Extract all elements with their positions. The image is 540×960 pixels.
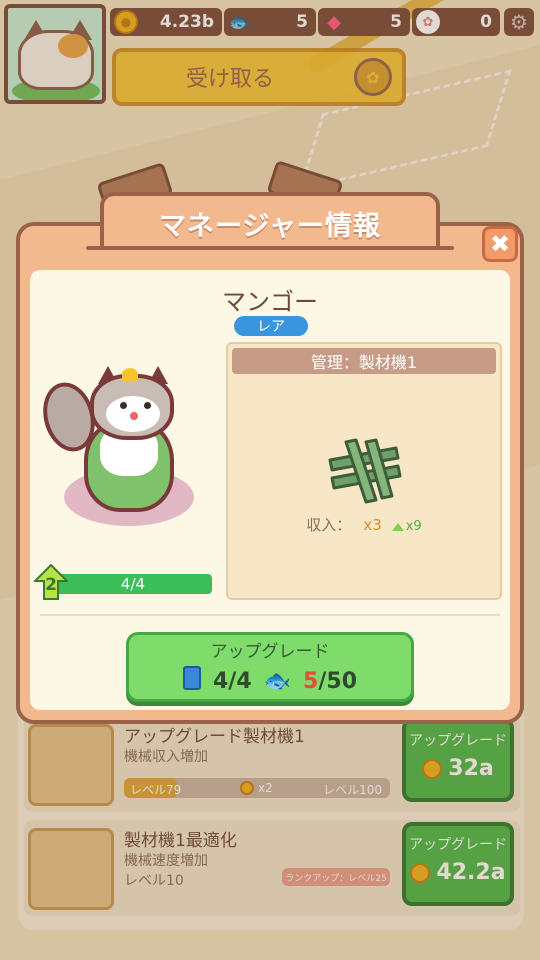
manager-name: マンゴー bbox=[222, 288, 318, 316]
income-multiplier: x3 bbox=[363, 516, 382, 534]
book-icon bbox=[182, 666, 201, 690]
close-icon[interactable]: ✖ bbox=[482, 226, 518, 262]
manager-portrait bbox=[35, 360, 210, 550]
managed-machine-title: 管理：製材機1 bbox=[232, 348, 496, 374]
upgrade-cost: 4/4 🐟 5/50 bbox=[129, 666, 411, 696]
manager-level: 4/4 2 bbox=[34, 564, 214, 600]
manager-level-progress: 4/4 bbox=[120, 575, 146, 593]
fish-icon: 🐟 bbox=[263, 668, 292, 694]
up-arrow-icon bbox=[391, 522, 404, 531]
wood-planks-icon bbox=[328, 438, 402, 504]
managed-machine-box: 管理：製材機1 収入： x3 x9 bbox=[226, 342, 502, 600]
fish-need: /50 bbox=[318, 668, 358, 694]
fish-have: 5 bbox=[303, 668, 319, 694]
book-count: 4/4 bbox=[212, 668, 252, 694]
divider bbox=[40, 614, 500, 616]
rarity-badge: レア bbox=[234, 316, 308, 336]
modal-title: マネージャー情報 bbox=[100, 192, 440, 250]
income-row: 収入： x3 x9 bbox=[228, 514, 500, 535]
income-bonus: x9 bbox=[405, 519, 422, 534]
manager-upgrade-button[interactable]: アップグレード 4/4 🐟 5/50 bbox=[126, 632, 414, 702]
level-badge-number: 2 bbox=[45, 575, 57, 595]
income-label: 収入： bbox=[306, 516, 352, 534]
level-badge: 2 bbox=[34, 564, 68, 600]
manager-upgrade-label: アップグレード bbox=[210, 642, 330, 662]
